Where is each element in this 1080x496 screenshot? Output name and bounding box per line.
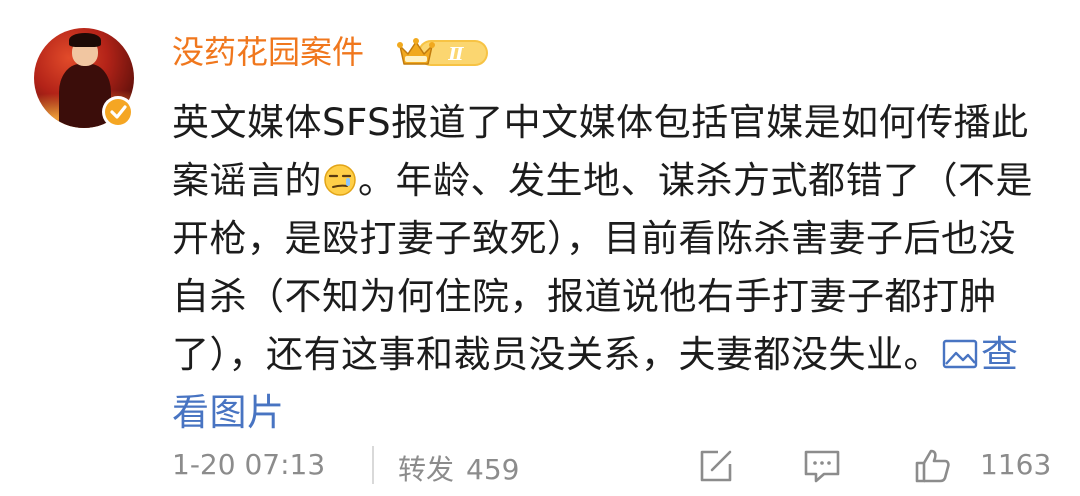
image-icon: [942, 339, 978, 369]
repost-button[interactable]: 转发 459: [398, 448, 519, 488]
thumbs-up-icon[interactable]: [912, 446, 952, 486]
share-edit-icon[interactable]: [696, 446, 736, 486]
vip-level-label: Ⅱ: [447, 44, 464, 65]
repost-count: 459: [466, 453, 520, 486]
avatar-hair: [69, 33, 101, 47]
repost-label: 转发: [398, 453, 455, 486]
verified-badge-icon: [102, 96, 134, 128]
post-text: 英文媒体SFS报道了中文媒体包括官媒是如何传播此案谣言的 。年龄、发生地、谋杀方…: [172, 94, 1052, 442]
comment-icon[interactable]: [802, 446, 842, 486]
weibo-post-card: 没药花园案件 Ⅱ 英文媒体SFS报道了中文媒体包括官媒是如何传播此案谣言的 。年…: [0, 0, 1080, 496]
username[interactable]: 没药花园案件: [172, 28, 364, 76]
footer-divider: [372, 446, 374, 484]
vip-crown-badge-icon[interactable]: Ⅱ: [396, 34, 492, 70]
post-footer: 1-20 07:13 转发 459 1163: [172, 442, 1052, 492]
like-count: 1163: [980, 448, 1052, 481]
timestamp: 1-20 07:13: [172, 448, 326, 481]
smirk-emoji-icon: [324, 164, 356, 196]
